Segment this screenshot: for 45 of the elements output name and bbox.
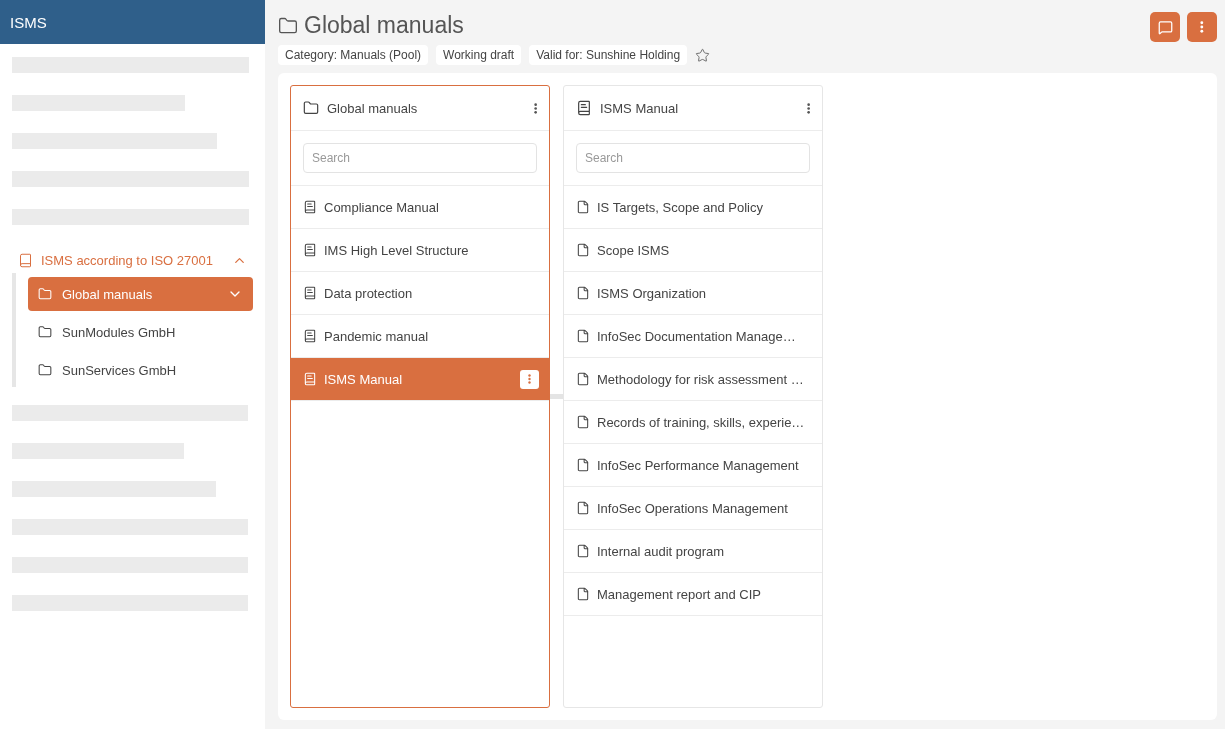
tree-item[interactable]: SunModules GmbH [28,315,253,349]
app-title: ISMS [0,0,265,44]
book-icon [18,252,33,268]
folder-icon [303,100,319,116]
notebook-icon [303,200,317,214]
document-icon [576,286,590,300]
folder-icon [38,287,52,301]
page-title-text: Global manuals [304,12,464,39]
document-icon [576,243,590,257]
more-button[interactable] [533,102,537,114]
notebook-icon [303,243,317,257]
more-icon [528,374,531,384]
search-field[interactable]: Search [576,143,810,173]
tag: Category: Manuals (Pool) [278,45,429,65]
more-button[interactable] [520,369,539,389]
document-icon [576,544,590,558]
comment-icon [1157,19,1173,35]
document-icon [576,329,590,343]
document-icon [576,501,590,515]
tag: Working draft [436,45,522,65]
document-icon [576,415,590,429]
document-icon [576,372,590,386]
resize-handle[interactable] [550,394,563,399]
folder-icon [278,15,298,36]
notebook-icon [576,100,592,116]
folder-icon [38,363,52,377]
search-field[interactable]: Search [303,143,537,173]
column-title: Global manuals [327,100,419,116]
tree-item[interactable]: SunServices GmbH [28,353,253,387]
more-button[interactable] [1187,12,1217,42]
column-title: ISMS Manual [600,100,680,116]
more-icon [806,102,810,114]
notebook-icon [303,372,317,386]
more-icon [1200,21,1204,33]
document-icon [576,587,590,601]
favorite-button[interactable] [695,47,711,63]
document-icon [576,458,590,472]
tag: Valid for: Sunshine Holding [529,45,688,65]
comment-button[interactable] [1150,12,1180,42]
more-icon [533,102,537,114]
document-icon [576,200,590,214]
folder-icon [38,325,52,339]
notebook-icon [303,329,317,343]
notebook-icon [303,286,317,300]
more-button[interactable] [806,102,810,114]
